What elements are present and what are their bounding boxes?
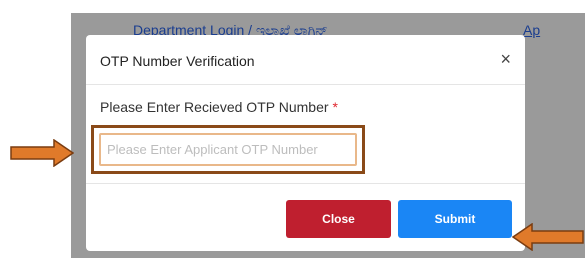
modal-header: OTP Number Verification × [86, 35, 525, 85]
close-icon[interactable]: × [500, 50, 511, 68]
otp-label-text: Please Enter Recieved OTP Number [100, 99, 329, 115]
otp-verification-modal: OTP Number Verification × Please Enter R… [86, 35, 525, 251]
otp-input[interactable] [99, 133, 357, 166]
submit-button[interactable]: Submit [398, 200, 512, 238]
required-marker: * [332, 99, 338, 115]
modal-title: OTP Number Verification [100, 53, 255, 69]
otp-highlight-box [91, 125, 365, 174]
arrow-left-icon [512, 223, 584, 251]
otp-field-label: Please Enter Recieved OTP Number * [100, 99, 338, 115]
arrow-right-icon [10, 139, 74, 167]
modal-footer-divider [86, 183, 525, 184]
screenshot-stage: Department Login / ಇಲಾಖೆ ಲಾಗಿನ್ Ap OTP N… [0, 0, 585, 258]
application-link[interactable]: Ap [523, 22, 540, 38]
close-button[interactable]: Close [286, 200, 391, 238]
